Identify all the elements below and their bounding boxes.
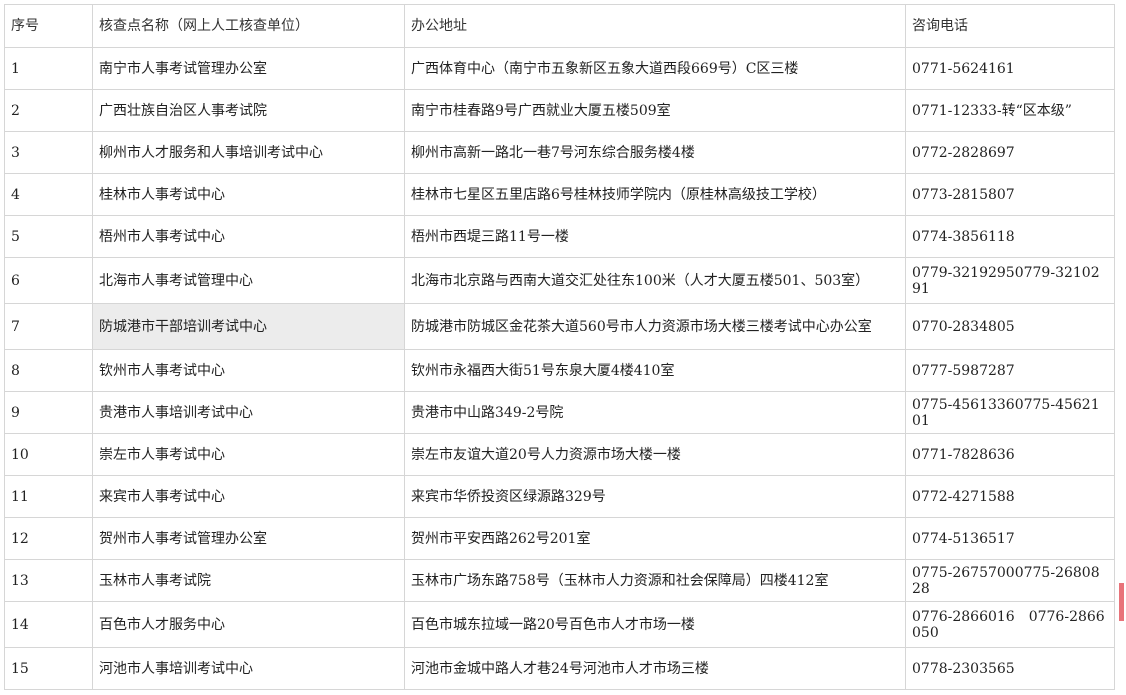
table-row: 3 柳州市人才服务和人事培训考试中心 柳州市高新一路北一巷7号河东综合服务楼4楼… [4, 131, 1115, 174]
cell-phone: 0775-45613360775-4562101 [905, 391, 1115, 434]
table-row: 14 百色市人才服务中心 百色市城东拉域一路20号百色市人才市场一楼 0776-… [4, 601, 1115, 648]
cell-name: 南宁市人事考试管理办公室 [92, 47, 405, 90]
cell-no: 12 [4, 517, 93, 560]
cell-address: 河池市金城中路人才巷24号河池市人才市场三楼 [404, 647, 906, 690]
cell-address: 南宁市桂春路9号广西就业大厦五楼509室 [404, 89, 906, 132]
cell-address: 柳州市高新一路北一巷7号河东综合服务楼4楼 [404, 131, 906, 174]
cell-address: 钦州市永福西大街51号东泉大厦4楼410室 [404, 349, 906, 392]
cell-phone: 0772-4271588 [905, 475, 1115, 518]
exam-checkpoint-table: 序号 核查点名称（网上人工核查单位） 办公地址 咨询电话 1 南宁市人事考试管理… [4, 4, 1115, 690]
cell-address: 玉林市广场东路758号（玉林市人力资源和社会保障局）四楼412室 [404, 559, 906, 602]
header-name: 核查点名称（网上人工核查单位） [92, 4, 405, 48]
cell-no: 8 [4, 349, 93, 392]
cell-name: 梧州市人事考试中心 [92, 215, 405, 258]
table-row: 10 崇左市人事考试中心 崇左市友谊大道20号人力资源市场大楼一楼 0771-7… [4, 433, 1115, 476]
header-address: 办公地址 [404, 4, 906, 48]
cell-phone: 0771-5624161 [905, 47, 1115, 90]
cell-no: 9 [4, 391, 93, 434]
cell-name: 北海市人事考试管理中心 [92, 257, 405, 304]
cell-phone: 0779-32192950779-3210291 [905, 257, 1115, 304]
cell-address: 贵港市中山路349-2号院 [404, 391, 906, 434]
cell-name: 柳州市人才服务和人事培训考试中心 [92, 131, 405, 174]
cell-name: 广西壮族自治区人事考试院 [92, 89, 405, 132]
cell-no: 11 [4, 475, 93, 518]
cell-phone: 0774-3856118 [905, 215, 1115, 258]
header-phone: 咨询电话 [905, 4, 1115, 48]
cell-no: 1 [4, 47, 93, 90]
table-row: 9 贵港市人事培训考试中心 贵港市中山路349-2号院 0775-4561336… [4, 391, 1115, 434]
cell-no: 6 [4, 257, 93, 304]
table-row: 12 贺州市人事考试管理办公室 贺州市平安西路262号201室 0774-513… [4, 517, 1115, 560]
cell-name: 玉林市人事考试院 [92, 559, 405, 602]
cell-no: 4 [4, 173, 93, 216]
cell-name: 百色市人才服务中心 [92, 601, 405, 648]
cell-no: 2 [4, 89, 93, 132]
table-row: 4 桂林市人事考试中心 桂林市七星区五里店路6号桂林技师学院内（原桂林高级技工学… [4, 173, 1115, 216]
cell-phone: 0773-2815807 [905, 173, 1115, 216]
page-content: 序号 核查点名称（网上人工核查单位） 办公地址 咨询电话 1 南宁市人事考试管理… [4, 4, 1115, 690]
cell-name-selected[interactable]: 防城港市干部培训考试中心 [92, 303, 405, 350]
cell-name: 贺州市人事考试管理办公室 [92, 517, 405, 560]
cell-no: 14 [4, 601, 93, 648]
table-row: 11 来宾市人事考试中心 来宾市华侨投资区绿源路329号 0772-427158… [4, 475, 1115, 518]
table-row: 6 北海市人事考试管理中心 北海市北京路与西南大道交汇处往东100米（人才大厦五… [4, 257, 1115, 304]
table-row: 2 广西壮族自治区人事考试院 南宁市桂春路9号广西就业大厦五楼509室 0771… [4, 89, 1115, 132]
cell-no: 15 [4, 647, 93, 690]
cell-name: 河池市人事培训考试中心 [92, 647, 405, 690]
cell-address: 广西体育中心（南宁市五象新区五象大道西段669号）C区三楼 [404, 47, 906, 90]
cell-address: 梧州市西堤三路11号一楼 [404, 215, 906, 258]
cell-address: 防城港市防城区金花茶大道560号市人力资源市场大楼三楼考试中心办公室 [404, 303, 906, 350]
table-row: 8 钦州市人事考试中心 钦州市永福西大街51号东泉大厦4楼410室 0777-5… [4, 349, 1115, 392]
cell-phone: 0772-2828697 [905, 131, 1115, 174]
cell-address: 贺州市平安西路262号201室 [404, 517, 906, 560]
header-no: 序号 [4, 4, 93, 48]
cell-name: 来宾市人事考试中心 [92, 475, 405, 518]
cell-phone: 0770-2834805 [905, 303, 1115, 350]
table-row: 7 防城港市干部培训考试中心 防城港市防城区金花茶大道560号市人力资源市场大楼… [4, 303, 1115, 350]
table-row: 1 南宁市人事考试管理办公室 广西体育中心（南宁市五象新区五象大道西段669号）… [4, 47, 1115, 90]
cell-no: 5 [4, 215, 93, 258]
table-row: 13 玉林市人事考试院 玉林市广场东路758号（玉林市人力资源和社会保障局）四楼… [4, 559, 1115, 602]
cell-no: 13 [4, 559, 93, 602]
scroll-marker[interactable] [1119, 583, 1124, 621]
cell-name: 贵港市人事培训考试中心 [92, 391, 405, 434]
cell-phone: 0771-7828636 [905, 433, 1115, 476]
cell-no: 10 [4, 433, 93, 476]
cell-name: 钦州市人事考试中心 [92, 349, 405, 392]
cell-name: 桂林市人事考试中心 [92, 173, 405, 216]
cell-address: 百色市城东拉域一路20号百色市人才市场一楼 [404, 601, 906, 648]
cell-address: 桂林市七星区五里店路6号桂林技师学院内（原桂林高级技工学校） [404, 173, 906, 216]
cell-address: 北海市北京路与西南大道交汇处往东100米（人才大厦五楼501、503室） [404, 257, 906, 304]
cell-no: 3 [4, 131, 93, 174]
table-row: 5 梧州市人事考试中心 梧州市西堤三路11号一楼 0774-3856118 [4, 215, 1115, 258]
cell-no: 7 [4, 303, 93, 350]
cell-name: 崇左市人事考试中心 [92, 433, 405, 476]
cell-phone: 0774-5136517 [905, 517, 1115, 560]
cell-phone: 0777-5987287 [905, 349, 1115, 392]
cell-phone: 0776-2866016 0776-2866050 [905, 601, 1115, 648]
cell-phone: 0771-12333-转“区本级” [905, 89, 1115, 132]
table-row: 15 河池市人事培训考试中心 河池市金城中路人才巷24号河池市人才市场三楼 07… [4, 647, 1115, 690]
cell-address: 来宾市华侨投资区绿源路329号 [404, 475, 906, 518]
cell-phone: 0775-26757000775-2680828 [905, 559, 1115, 602]
cell-address: 崇左市友谊大道20号人力资源市场大楼一楼 [404, 433, 906, 476]
cell-phone: 0778-2303565 [905, 647, 1115, 690]
table-header-row: 序号 核查点名称（网上人工核查单位） 办公地址 咨询电话 [4, 4, 1115, 48]
